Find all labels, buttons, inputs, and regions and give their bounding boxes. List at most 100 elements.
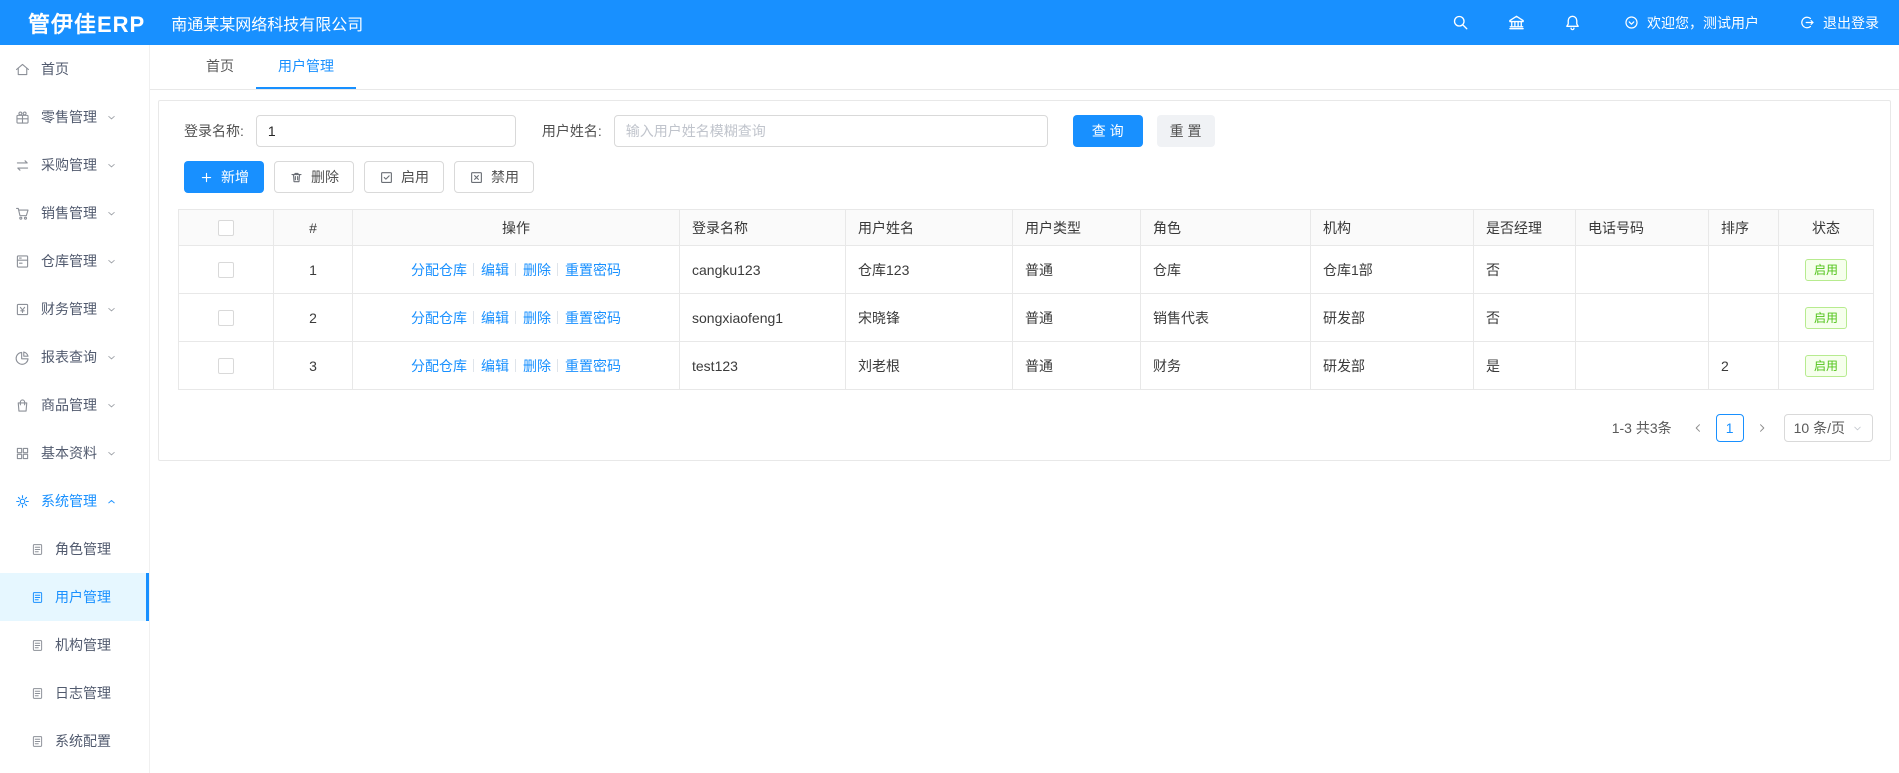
bank-icon[interactable]: [1505, 12, 1527, 34]
action-assign-warehouse[interactable]: 分配仓库: [411, 262, 467, 278]
chevron-down-icon: [108, 451, 115, 455]
action-delete[interactable]: 删除: [523, 262, 551, 278]
action-assign-warehouse[interactable]: 分配仓库: [411, 358, 467, 374]
action-edit[interactable]: 编辑: [481, 310, 509, 326]
sidebar-item-retail[interactable]: 零售管理: [0, 93, 149, 141]
disable-button[interactable]: 禁用: [454, 161, 534, 193]
col-org: 机构: [1310, 209, 1474, 246]
document-icon: [32, 543, 43, 555]
action-delete[interactable]: 删除: [523, 310, 551, 326]
enable-button[interactable]: 启用: [364, 161, 444, 193]
cell-login-name: test123: [679, 341, 846, 390]
welcome-text: 欢迎您，测试用户: [1647, 14, 1759, 31]
col-status: 状态: [1778, 209, 1874, 246]
row-index: 1: [273, 245, 353, 294]
goods-icon: [17, 398, 28, 412]
cell-role: 销售代表: [1140, 293, 1311, 342]
page-number-button[interactable]: 1: [1715, 414, 1744, 442]
login-name-input[interactable]: [255, 115, 516, 147]
chevron-down-icon: [108, 307, 115, 311]
pagination-total: 1-3 共3条: [1611, 420, 1672, 436]
col-user-name: 用户姓名: [845, 209, 1013, 246]
cell-org: 仓库1部: [1310, 245, 1474, 294]
sidebar-item-log-mgmt[interactable]: 日志管理: [0, 669, 149, 717]
user-name-input[interactable]: [613, 115, 1048, 147]
cell-user-type: 普通: [1012, 341, 1141, 390]
action-assign-warehouse[interactable]: 分配仓库: [411, 310, 467, 326]
cell-is-manager: 否: [1473, 293, 1576, 342]
chevron-down-icon: [1854, 426, 1861, 430]
action-reset-password[interactable]: 重置密码: [565, 262, 621, 278]
action-reset-password[interactable]: 重置密码: [565, 310, 621, 326]
check-square-icon: [381, 171, 392, 183]
prev-page-button[interactable]: [1686, 414, 1710, 442]
header-actions: 欢迎您，测试用户 退出登录: [1415, 12, 1879, 34]
table-row: 2 分配仓库 编辑 删除 重置密码 songxiaofeng1 宋晓锋 普通 销售代表…: [178, 293, 1874, 342]
sidebar-item-finance[interactable]: 财务管理: [0, 285, 149, 333]
logout-button[interactable]: 退出登录: [1799, 13, 1879, 33]
sidebar-item-org-mgmt[interactable]: 机构管理: [0, 621, 149, 669]
page-size-select[interactable]: 10 条/页: [1783, 414, 1873, 442]
cell-user-type: 普通: [1012, 245, 1141, 294]
cell-sort: 2: [1708, 341, 1779, 390]
sidebar-item-goods[interactable]: 商品管理: [0, 381, 149, 429]
action-edit[interactable]: 编辑: [481, 262, 509, 278]
cell-role: 仓库: [1140, 245, 1311, 294]
sidebar-item-basic-data[interactable]: 基本资料: [0, 429, 149, 477]
cell-phone: [1575, 341, 1709, 390]
action-edit[interactable]: 编辑: [481, 358, 509, 374]
tab-home[interactable]: 首页: [184, 44, 256, 89]
users-table: # 操作 登录名称 用户姓名 用户类型 角色 机构 是否经理 电话号码 排序 状…: [178, 209, 1874, 390]
row-checkbox[interactable]: [218, 358, 234, 375]
tab-bar: 首页 用户管理: [150, 45, 1899, 90]
sidebar-item-role-mgmt[interactable]: 角色管理: [0, 525, 149, 573]
next-page-button[interactable]: [1750, 414, 1774, 442]
chevron-down-icon: [108, 355, 115, 359]
status-badge: 启用: [1804, 306, 1847, 329]
action-reset-password[interactable]: 重置密码: [565, 358, 621, 374]
home-icon: [15, 63, 30, 75]
status-badge: 启用: [1804, 354, 1847, 377]
reset-button[interactable]: 重 置: [1156, 115, 1215, 147]
sidebar-item-sales[interactable]: 销售管理: [0, 189, 149, 237]
sidebar-item-report[interactable]: 报表查询: [0, 333, 149, 381]
toolbar: 新增 删除 启用 禁用: [178, 161, 1871, 193]
pagination: 1-3 共3条 1 10 条/页: [178, 414, 1873, 442]
sidebar-item-purchase[interactable]: 采购管理: [0, 141, 149, 189]
cell-sort: [1708, 293, 1779, 342]
welcome-user[interactable]: 欢迎您，测试用户: [1623, 13, 1759, 33]
sidebar-item-home[interactable]: 首页: [0, 45, 149, 93]
row-checkbox[interactable]: [218, 310, 234, 327]
select-all-checkbox[interactable]: [218, 220, 234, 237]
add-button[interactable]: 新增: [184, 161, 264, 193]
user-name-label: 用户姓名:: [541, 123, 602, 139]
finance-icon: [16, 303, 29, 315]
document-icon: [32, 687, 43, 699]
cell-user-name: 宋晓锋: [845, 293, 1013, 342]
sidebar-item-user-mgmt[interactable]: 用户管理: [0, 573, 149, 621]
cell-phone: [1575, 245, 1709, 294]
sidebar-item-system-config[interactable]: 系统配置: [0, 717, 149, 765]
col-sort: 排序: [1708, 209, 1779, 246]
app-logo: 管伊佳ERP: [28, 11, 146, 37]
col-index: #: [273, 209, 353, 246]
table-header-row: # 操作 登录名称 用户姓名 用户类型 角色 机构 是否经理 电话号码 排序 状…: [178, 209, 1874, 246]
retail-icon: [16, 111, 29, 124]
search-button[interactable]: 查 询: [1072, 115, 1143, 147]
sidebar-item-warehouse[interactable]: 仓库管理: [0, 237, 149, 285]
col-actions: 操作: [352, 209, 680, 246]
delete-button[interactable]: 删除: [274, 161, 354, 193]
bell-icon[interactable]: [1561, 12, 1583, 34]
chevron-down-icon: [108, 115, 115, 119]
col-is-manager: 是否经理: [1473, 209, 1576, 246]
sidebar-item-system[interactable]: 系统管理: [0, 477, 149, 525]
cell-user-name: 刘老根: [845, 341, 1013, 390]
cell-user-name: 仓库123: [845, 245, 1013, 294]
search-icon[interactable]: [1449, 12, 1471, 34]
status-badge: 启用: [1804, 258, 1847, 281]
cell-phone: [1575, 293, 1709, 342]
row-checkbox[interactable]: [218, 262, 234, 279]
table-row: 3 分配仓库 编辑 删除 重置密码 test123 刘老根 普通 财务 研发部 是 2…: [178, 341, 1874, 390]
tab-user-mgmt[interactable]: 用户管理: [256, 44, 356, 89]
action-delete[interactable]: 删除: [523, 358, 551, 374]
